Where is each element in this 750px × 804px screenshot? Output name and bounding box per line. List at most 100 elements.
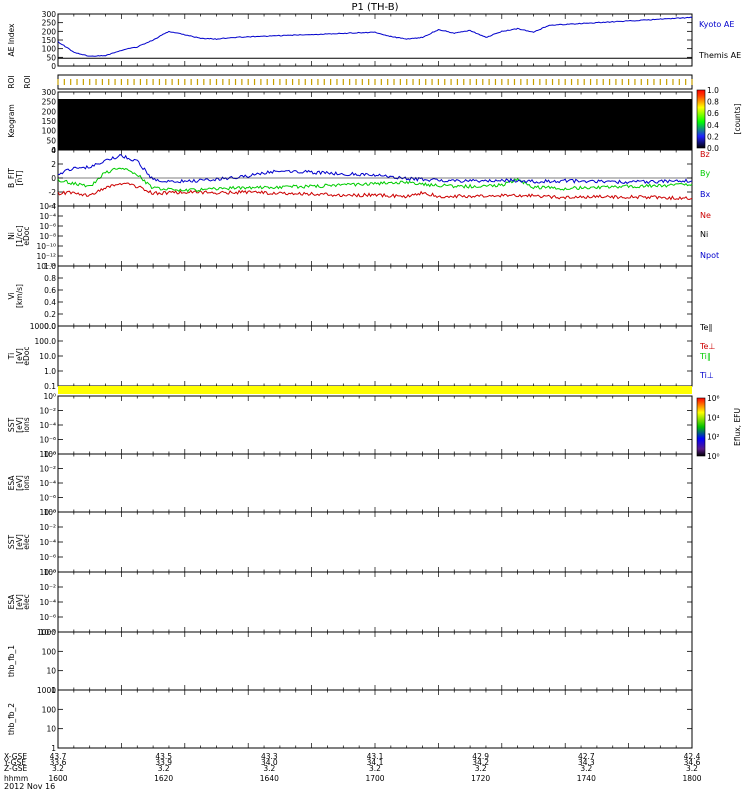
series-line-bz <box>57 182 693 201</box>
roi-mark <box>368 79 370 85</box>
roi-mark <box>545 79 547 85</box>
y-tick-label-keogram: 150 <box>42 117 57 126</box>
roi-mark <box>63 79 65 85</box>
roi-mark <box>317 79 319 85</box>
y-axis-title-sst1: ions <box>22 417 31 432</box>
orbit-value: 3.2 <box>52 764 64 773</box>
series-line-bx <box>57 153 693 185</box>
roi-mark <box>304 79 306 85</box>
y-tick-label-vi: 0.4 <box>44 298 56 307</box>
y-tick-label-vi: 0.6 <box>44 286 56 295</box>
y-axis-title-vi: [km/s] <box>15 284 24 308</box>
series-line-kyoto-ae <box>57 16 693 57</box>
roi-mark <box>501 79 503 85</box>
orbit-value: 3.2 <box>158 764 170 773</box>
roi-mark <box>431 79 433 85</box>
colorbar-eflux-tick: 10² <box>707 433 720 442</box>
roi-mark <box>158 79 161 85</box>
roi-mark <box>615 79 617 85</box>
colorbar-eflux-tick: 10⁶ <box>707 394 720 403</box>
orbit-value: 3.2 <box>263 764 275 773</box>
time-tick-label: 1620 <box>154 774 173 783</box>
roi-mark <box>330 79 332 85</box>
roi-mark <box>139 79 142 85</box>
y-tick-label-ae: 250 <box>42 19 57 28</box>
y-tick-label-ni: 10⁻⁴ <box>39 212 56 221</box>
roi-mark <box>298 79 300 85</box>
colorbar-keogram-tick: 0.2 <box>707 132 719 141</box>
roi-mark <box>349 79 351 85</box>
roi-mark <box>76 79 78 85</box>
roi-mark <box>608 79 611 85</box>
y-tick-label-keogram: 200 <box>42 107 57 116</box>
legend-ti-item: Te∥ <box>699 323 712 332</box>
y-tick-label-ti: 100.0 <box>35 337 57 346</box>
y-tick-label-ae: 150 <box>42 36 57 45</box>
y-tick-label-bfit: -2 <box>49 188 57 197</box>
y-axis-title-ti: eDoc <box>22 346 31 365</box>
roi-mark <box>380 79 382 85</box>
roi-mark <box>691 79 693 85</box>
orbit-value: 3.2 <box>475 764 487 773</box>
keogram-image <box>58 99 692 150</box>
roi-mark <box>272 79 275 85</box>
panel-frame-fb2 <box>57 689 693 749</box>
y-tick-label-ae: 300 <box>42 10 57 19</box>
roi-mark <box>171 79 173 85</box>
orbit-value: 3.2 <box>580 764 592 773</box>
roi-mark <box>57 79 59 85</box>
time-tick-label: 1720 <box>471 774 490 783</box>
roi-mark <box>469 79 471 85</box>
roi-mark <box>412 79 414 85</box>
legend-ni-item: Ne <box>700 211 711 220</box>
roi-mark <box>507 79 509 85</box>
y-tick-label-bfit: 0 <box>51 174 56 183</box>
roi-mark <box>342 79 344 85</box>
y-tick-label-sst1: 10⁻² <box>39 407 56 416</box>
y-tick-label-vi: 1.0 <box>44 262 56 271</box>
y-axis-title-roi: ROI <box>7 75 16 88</box>
roi-mark <box>482 79 484 85</box>
roi-mark <box>260 79 262 85</box>
roi-mark <box>513 79 516 85</box>
roi-mark <box>628 79 630 85</box>
roi-mark <box>82 79 84 85</box>
roi-mark <box>653 79 655 85</box>
roi-mark <box>266 79 268 85</box>
roi-mark <box>336 79 338 85</box>
y-tick-label-keogram: 50 <box>46 136 56 145</box>
y-tick-label-keogram: 100 <box>42 127 57 136</box>
orbit-value: 3.2 <box>369 764 381 773</box>
panel-frame-ni <box>57 205 693 267</box>
roi-mark <box>241 79 243 85</box>
colorbar-eflux-tick: 10⁰ <box>707 452 720 461</box>
y-tick-label-ni: 10⁻⁸ <box>39 232 56 241</box>
y-tick-label-ni: 10⁻² <box>39 202 56 211</box>
colorbar-keogram-tick: 0.0 <box>707 144 719 153</box>
y-tick-label-sst2: 10⁻⁴ <box>39 538 56 547</box>
time-tick-label: 1640 <box>260 774 279 783</box>
roi-mark <box>634 79 636 85</box>
roi-mark <box>70 79 72 85</box>
quality-band <box>58 386 692 394</box>
y-tick-label-ae: 50 <box>46 53 56 62</box>
y-tick-label-ti: 0.1 <box>44 382 56 391</box>
roi-mark <box>374 79 376 85</box>
panel-frame-vi <box>57 265 693 327</box>
y-tick-label-sst2: 10⁰ <box>43 508 56 517</box>
roi-mark <box>425 79 427 85</box>
legend-ni-item: Npot <box>700 251 719 260</box>
roi-mark <box>190 79 192 85</box>
y-tick-label-ti: 10.0 <box>39 352 56 361</box>
roi-mark <box>184 79 186 85</box>
roi-mark <box>393 79 395 85</box>
roi-mark <box>95 79 97 85</box>
roi-mark <box>602 79 604 85</box>
y-axis-title-keogram: Keogram <box>7 104 16 138</box>
roi-mark <box>203 79 205 85</box>
roi-mark <box>564 79 566 85</box>
roi-mark <box>215 79 218 85</box>
roi-mark <box>228 79 230 85</box>
y-tick-label-esa2: 10⁻⁴ <box>39 598 56 607</box>
legend-ti-item: Ti∥ <box>699 352 711 361</box>
